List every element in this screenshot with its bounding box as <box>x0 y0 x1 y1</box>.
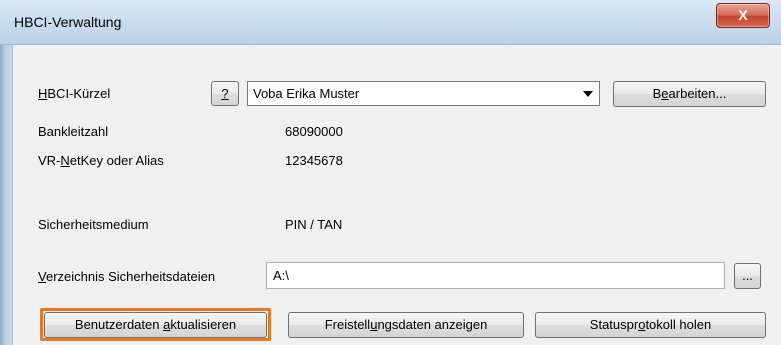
chevron-down-icon[interactable] <box>583 91 593 97</box>
benutzerdaten-aktualisieren-button[interactable]: Benutzerdaten aktualisieren <box>44 312 267 338</box>
netkey-label: VR-NetKey oder Alias <box>38 153 164 168</box>
verzeichnis-value: A:\ <box>273 268 289 283</box>
verzeichnis-label: Verzeichnis Sicherheitsdateien <box>38 269 216 284</box>
freistellungsdaten-anzeigen-button[interactable]: Freistellungsdaten anzeigen <box>288 312 524 338</box>
bankleitzahl-label: Bankleitzahl <box>38 124 109 139</box>
statusprotokoll-holen-button[interactable]: Statusprotokoll holen <box>535 312 766 338</box>
bearbeiten-button[interactable]: Bearbeiten... <box>613 81 766 107</box>
bankleitzahl-value: 68090000 <box>285 124 343 139</box>
netkey-value: 12345678 <box>285 153 343 168</box>
hbci-kuerzel-label: HBCI-Kürzel <box>38 86 111 101</box>
window-frame <box>0 0 12 345</box>
browse-button[interactable]: ... <box>734 263 761 289</box>
hbci-account-select[interactable]: Voba Erika Muster <box>247 81 600 106</box>
close-icon: X <box>738 7 748 23</box>
help-button[interactable]: ? <box>211 81 239 106</box>
verzeichnis-input[interactable]: A:\ <box>266 262 725 289</box>
hbci-account-value: Voba Erika Muster <box>253 86 360 101</box>
window-title: HBCI-Verwaltung <box>14 14 122 30</box>
sicherheitsmedium-label: Sicherheitsmedium <box>38 217 149 232</box>
close-button[interactable]: X <box>716 3 770 28</box>
sicherheitsmedium-value: PIN / TAN <box>285 217 343 232</box>
title-bar[interactable]: HBCI-Verwaltung X <box>0 0 781 45</box>
